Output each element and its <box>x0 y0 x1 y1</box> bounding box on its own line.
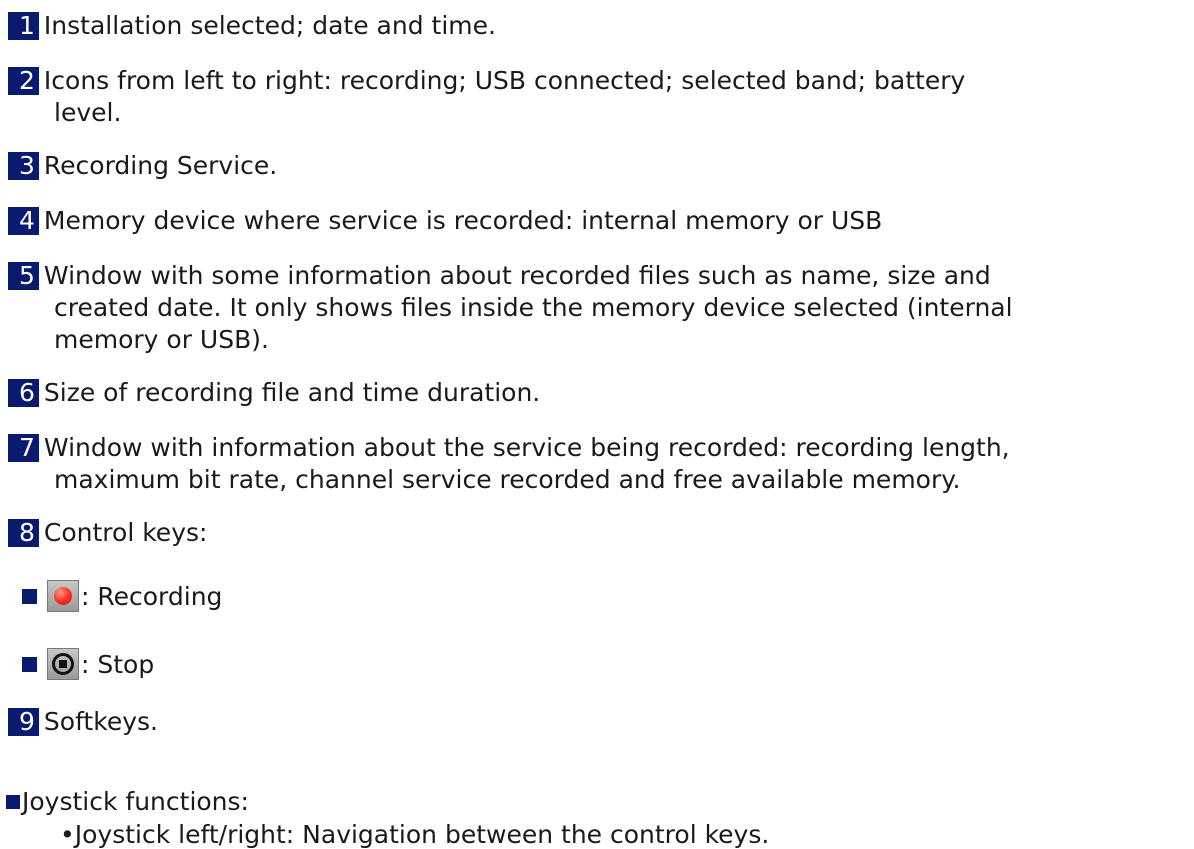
item-text: Control keys: <box>43 518 208 547</box>
list-item-4: 4 Memory device where service is recorded… <box>8 205 1184 237</box>
bullet-square-icon <box>22 588 37 604</box>
item-text: Recording Service. <box>43 151 278 180</box>
list-item-6: 6 Size of recording file and time duratio… <box>8 377 1184 409</box>
item-text: Memory device where service is recorded:… <box>43 206 883 235</box>
item-number: 4 <box>8 207 39 235</box>
list-item-5: 5 Window with some information about reco… <box>8 260 1184 356</box>
item-number: 9 <box>8 708 39 736</box>
item-number: 3 <box>8 152 39 180</box>
record-icon <box>47 580 79 612</box>
item-text: Icons from left to right: recording; USB… <box>43 66 966 95</box>
item-text-continued: maximum bit rate, channel service record… <box>54 465 961 494</box>
item-text: Window with information about the servic… <box>43 433 1010 462</box>
control-key-label: : Stop <box>81 649 155 679</box>
control-key-stop: : Stop <box>22 648 154 680</box>
control-key-label: : Recording <box>81 581 223 611</box>
control-key-recording: : Recording <box>22 580 222 612</box>
joystick-item: •Joystick left/right: Navigation between… <box>60 820 770 849</box>
item-number: 7 <box>8 434 39 462</box>
list-item-7: 7 Window with information about the servi… <box>8 432 1184 496</box>
item-number: 6 <box>8 379 39 407</box>
item-number: 8 <box>8 519 39 547</box>
list-item-2: 2 Icons from left to right: recording; US… <box>8 65 1184 129</box>
stop-icon <box>47 648 79 680</box>
joystick-heading: Joystick functions: <box>6 787 249 816</box>
item-text-continued: memory or USB). <box>54 325 269 354</box>
list-item-1: 1 Installation selected; date and time. <box>8 10 1184 42</box>
list-item-3: 3 Recording Service. <box>8 150 1184 182</box>
joystick-title: Joystick functions: <box>22 787 249 816</box>
item-number: 1 <box>8 12 39 40</box>
list-item-8: 8 Control keys: <box>8 517 1184 549</box>
item-text: Size of recording file and time duration… <box>43 378 541 407</box>
item-text-continued: created date. It only shows files inside… <box>54 293 1013 322</box>
item-text: Window with some information about recor… <box>43 261 991 290</box>
list-item-9: 9 Softkeys. <box>8 706 1184 738</box>
bullet-square-icon <box>6 794 20 809</box>
item-text: Softkeys. <box>43 707 158 736</box>
item-text-continued: level. <box>54 98 122 127</box>
item-text: Installation selected; date and time. <box>43 11 496 40</box>
item-number: 5 <box>8 262 39 290</box>
bullet-square-icon <box>22 656 37 672</box>
item-number: 2 <box>8 67 39 95</box>
